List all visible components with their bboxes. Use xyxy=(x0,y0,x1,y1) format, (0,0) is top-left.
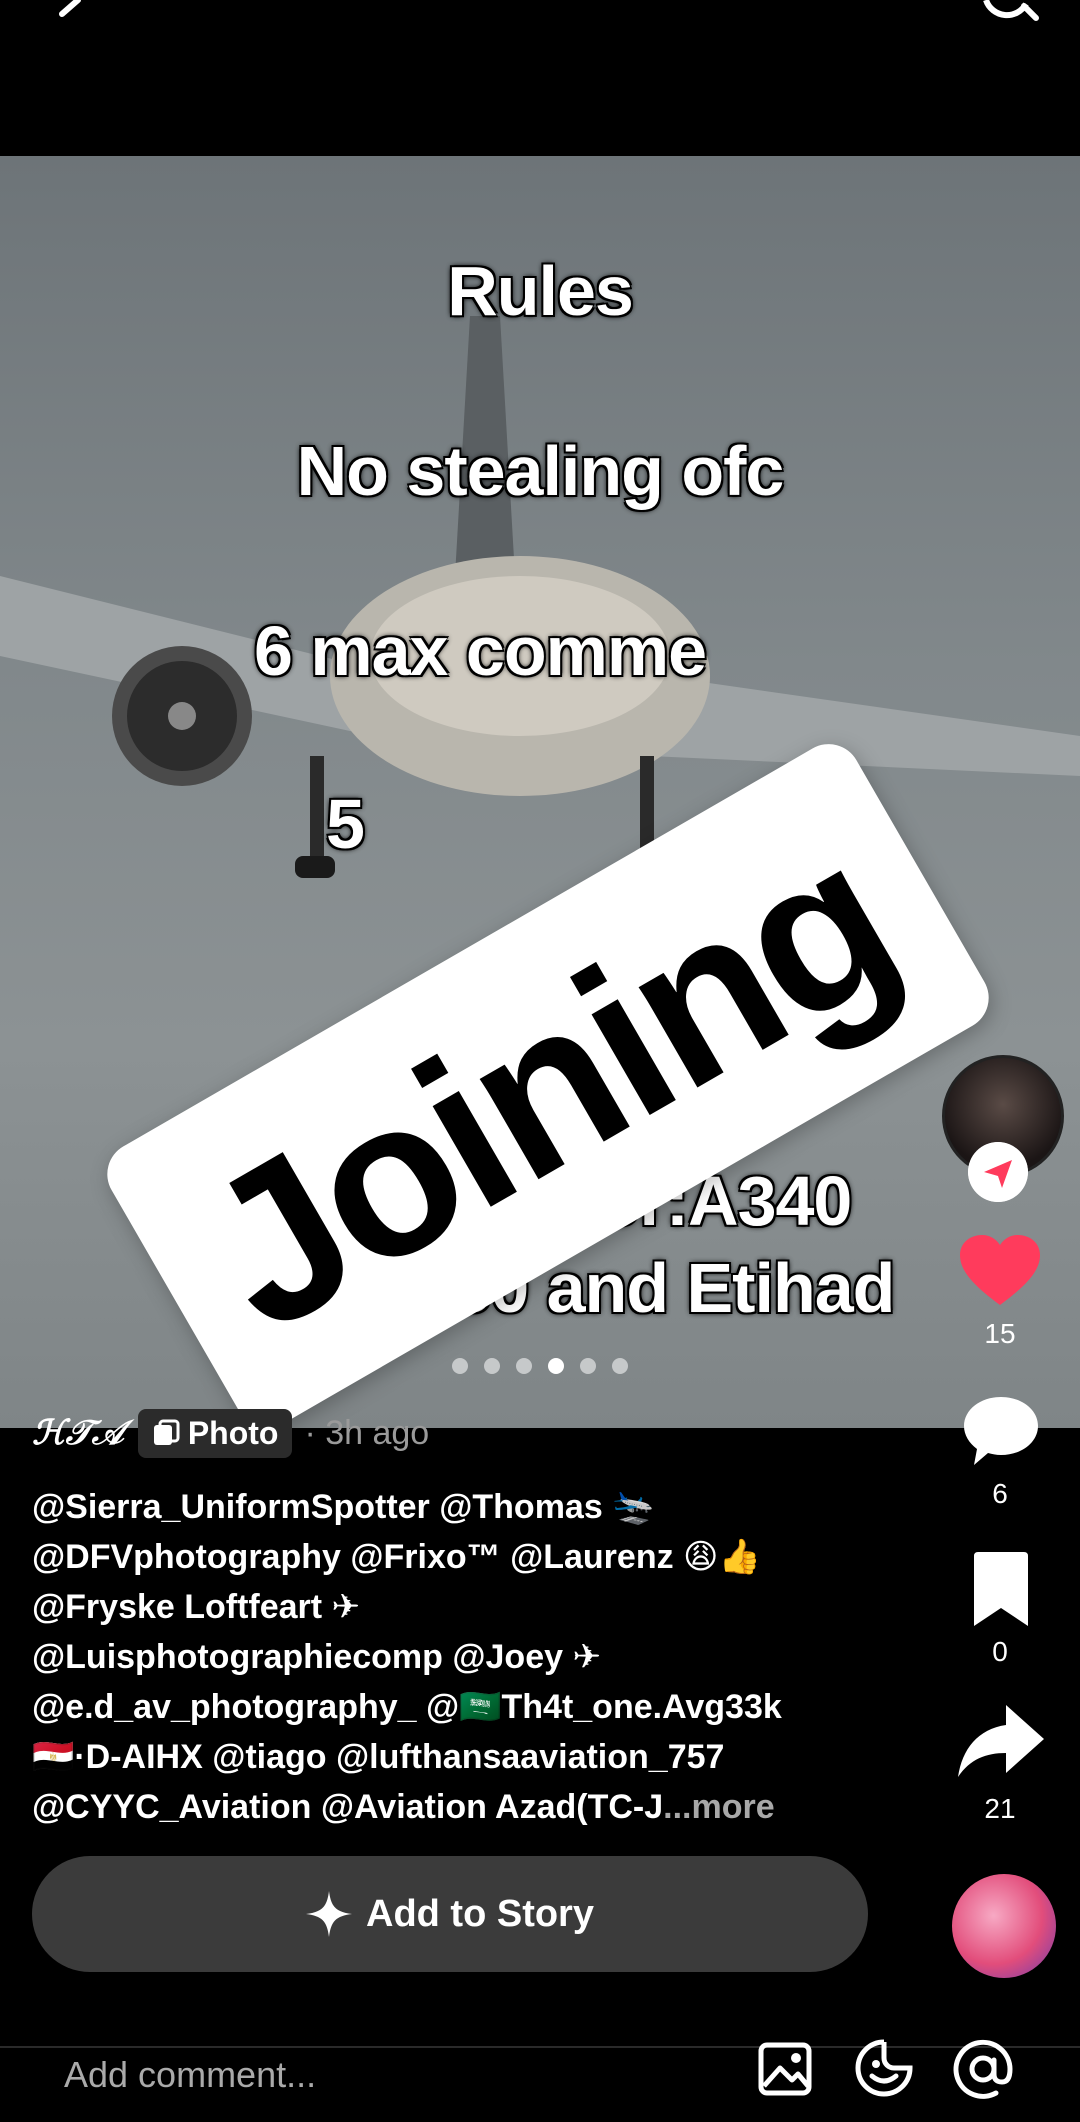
carousel-dot xyxy=(612,1358,628,1374)
image-icon[interactable] xyxy=(758,2042,812,2096)
photo-badge-label: Photo xyxy=(187,1414,279,1451)
heart-icon[interactable] xyxy=(960,1235,1040,1307)
follow-button[interactable] xyxy=(968,1142,1028,1202)
add-to-story-button[interactable]: Add to Story xyxy=(32,1856,868,1972)
emoji-icon[interactable] xyxy=(854,2038,914,2098)
add-to-story-label: Add to Story xyxy=(366,1892,594,1935)
mention-icon[interactable] xyxy=(952,2038,1014,2100)
caption-line: 🇪🇬·D-AIHX @tiago @lufthansaaviation_757 xyxy=(32,1738,725,1776)
caption-line: @Luisphotographiecomp @Joey ✈ xyxy=(32,1638,601,1676)
comment-count: 6 xyxy=(992,1478,1008,1509)
author-name[interactable]: ℋ𝒯𝒜 xyxy=(32,1413,124,1453)
carousel-dot xyxy=(484,1358,500,1374)
photo-badge: Photo xyxy=(137,1408,293,1458)
caption-last-line: @CYYC_Aviation @Aviation Azad(TC-J...mor… xyxy=(32,1782,892,1832)
comment-input[interactable]: Add comment... xyxy=(64,2054,316,2096)
caption-line: @DFVphotography @Frixo™ @Laurenz 😩👍 xyxy=(32,1538,761,1576)
post-time: · 3h ago xyxy=(304,1413,430,1452)
more-link[interactable]: ...more xyxy=(663,1788,774,1826)
overlay-title: Rules xyxy=(447,252,634,330)
caption-line: @e.d_av_photography_ @🇸🇦Th4t_one.Avg33k xyxy=(32,1688,782,1726)
caption-line: @Fryske Loftfeart ✈ xyxy=(32,1588,361,1626)
top-bar xyxy=(0,0,1080,156)
photo-stack-icon xyxy=(153,1419,180,1445)
post-meta: ℋ𝒯𝒜 Photo · 3h ago xyxy=(32,1405,429,1461)
post-photo[interactable]: Rules No stealing ofc 6 max comme 5 A B … xyxy=(0,156,1080,1428)
carousel-dot xyxy=(452,1358,468,1374)
search-icon[interactable] xyxy=(980,0,1040,28)
overlay-rule-2: 6 max comme xyxy=(253,612,707,690)
overlay-rule-1: No stealing ofc xyxy=(296,432,785,510)
carousel-dot xyxy=(516,1358,532,1374)
bookmark-icon[interactable] xyxy=(970,1552,1032,1628)
sound-avatar[interactable] xyxy=(952,1874,1056,1978)
back-arrow-icon[interactable] xyxy=(48,0,88,28)
save-count: 0 xyxy=(992,1636,1008,1667)
caption-line: @Sierra_UniformSpotter @Thomas 🛬 xyxy=(32,1488,655,1526)
carousel-indicator xyxy=(0,1358,1080,1374)
share-icon[interactable] xyxy=(958,1705,1044,1779)
caption-line: @CYYC_Aviation @Aviation Azad(TC-J xyxy=(32,1788,664,1826)
like-count: 15 xyxy=(984,1318,1016,1349)
sparkle-icon xyxy=(306,1891,352,1937)
comment-icon[interactable] xyxy=(962,1395,1040,1467)
carousel-dot xyxy=(580,1358,596,1374)
carousel-dot-active xyxy=(548,1358,564,1374)
share-count: 21 xyxy=(984,1793,1016,1824)
post-caption[interactable]: @Sierra_UniformSpotter @Thomas 🛬 @DFVpho… xyxy=(32,1482,892,1832)
